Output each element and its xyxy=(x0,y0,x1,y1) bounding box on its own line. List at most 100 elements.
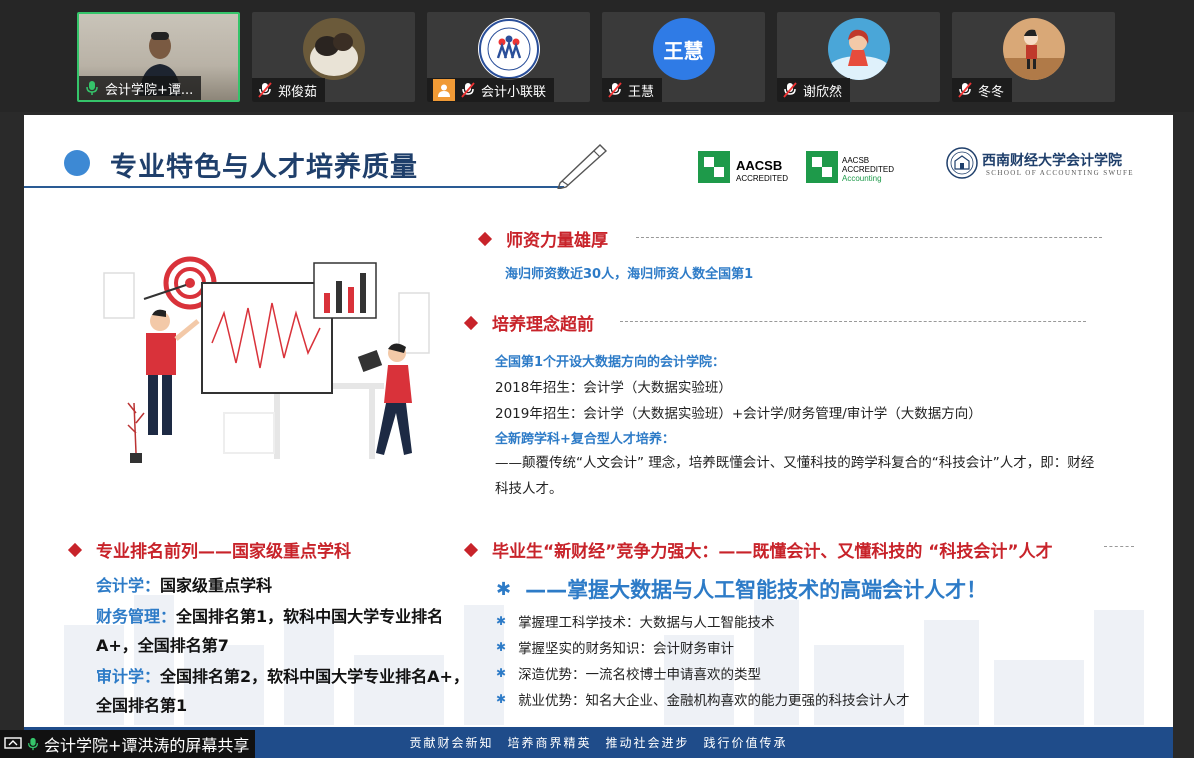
ranking-item: 会计学：国家级重点学科 xyxy=(96,571,476,600)
concept-line4: 全新跨学科+复合型人才培养： xyxy=(495,432,675,447)
graduates-bullet: ✱ 就业优势：知名大企业、金融机构喜欢的能力更强的科技会计人才 xyxy=(496,689,910,709)
avatar xyxy=(827,18,890,80)
mic-muted-icon xyxy=(958,82,972,98)
star-bullet-icon: ✱ xyxy=(496,614,507,628)
participant-tile-6[interactable]: 冬冬 xyxy=(952,12,1115,102)
participant-tile-4[interactable]: 王慧 王慧 xyxy=(602,12,765,102)
star-bullet-icon: ✱ xyxy=(496,692,507,706)
concept-line3: 2019年招生：会计学（大数据实验班）+会计学/财务管理/审计学（大数据方向） xyxy=(495,406,982,422)
meeting-window: 会计学院+谭... 郑俊茹 会计小联联 王慧 王慧 谢欣然 冬冬 专业特色与人才… xyxy=(0,0,1194,758)
business-illustration-icon xyxy=(103,256,430,463)
participant-tile-2[interactable]: 郑俊茹 xyxy=(252,12,415,102)
ranking-key: 审计学： xyxy=(96,667,161,686)
divider xyxy=(620,321,1086,322)
mic-on-icon xyxy=(86,81,98,95)
aacsb-accredited-logo: AACSB ACCREDITED xyxy=(698,151,788,183)
concept-line5: ——颠覆传统“人文会计” 理念，培养既懂会计、又懂科技的跨学科复合的“科技会计”… xyxy=(495,455,1095,497)
screen-share-badge[interactable]: 会计学院+谭洪涛的屏幕共享 xyxy=(0,730,256,758)
footer-motto: 践行价值传承 xyxy=(703,736,788,750)
participant-name: 谢欣然 xyxy=(803,84,843,100)
participant-name: 冬冬 xyxy=(978,84,1005,100)
avatar xyxy=(477,18,540,80)
mic-muted-icon xyxy=(783,82,797,98)
ranking-key: 财务管理： xyxy=(96,607,177,626)
ranking-value: 国家级重点学科 xyxy=(160,576,273,595)
diamond-bullet-icon xyxy=(67,542,83,557)
cartoon-child-icon xyxy=(1002,18,1065,80)
participant-name: 会计小联联 xyxy=(481,84,547,100)
graduates-heading: 毕业生“新财经”竞争力强大：——既懂会计、又懂科技的 “科技会计”人才 xyxy=(463,537,1053,562)
participant-tile-5[interactable]: 谢欣然 xyxy=(777,12,940,102)
avatar xyxy=(1002,18,1065,80)
participant-tile-3[interactable]: 会计小联联 xyxy=(427,12,590,102)
participant-nameplate: 冬冬 xyxy=(952,78,1013,102)
aacsb2-sub-text: ACCREDITED xyxy=(842,165,894,174)
slide-title: 专业特色与人才培养质量 xyxy=(110,152,418,183)
participant-name: 郑俊茹 xyxy=(278,84,318,100)
diamond-bullet-icon xyxy=(463,315,479,330)
footer-motto: 推动社会进步 xyxy=(605,736,690,750)
graduates-bullet-text: 就业优势：知名大企业、金融机构喜欢的能力更强的科技会计人才 xyxy=(518,693,910,709)
divider xyxy=(636,237,1102,238)
aacsb-text: AACSB xyxy=(736,158,782,173)
pen-icon xyxy=(557,144,608,189)
star-bullet-icon: ✱ xyxy=(496,666,507,680)
graduates-heading-text: 毕业生“新财经”竞争力强大：——既懂会计、又懂科技的 “科技会计”人才 xyxy=(492,542,1053,562)
screen-share-label: 会计学院+谭洪涛的屏幕共享 xyxy=(44,736,250,755)
concept-line2: 2018年招生：会计学（大数据实验班） xyxy=(495,380,732,396)
graduates-bullet-text: 掌握坚实的财务知识：会计财务审计 xyxy=(518,641,735,657)
slide-title-bar: 专业特色与人才培养质量 xyxy=(24,115,564,188)
mic-muted-icon xyxy=(258,82,272,98)
participant-nameplate: 谢欣然 xyxy=(777,78,851,102)
participant-strip: 会计学院+谭... 郑俊茹 会计小联联 王慧 王慧 谢欣然 冬冬 xyxy=(0,0,1194,112)
school-name-en: SCHOOL OF ACCOUNTING SWUFE xyxy=(986,169,1134,177)
graduates-bullet-text: 掌握理工科学技术：大数据与人工智能技术 xyxy=(518,615,775,631)
shared-slide: 专业特色与人才培养质量 AACSB ACCREDITED AACSB ACCRE… xyxy=(24,115,1173,758)
ranking-heading-text: 专业排名前列——国家级重点学科 xyxy=(96,542,351,562)
mic-muted-icon xyxy=(608,82,622,98)
ranking-heading: 专业排名前列——国家级重点学科 xyxy=(67,537,351,562)
dog-photo-icon xyxy=(302,18,365,80)
participant-nameplate: 会计学院+谭... xyxy=(79,76,202,100)
faculty-text: 海归师资数近30人，海归师资人数全国第1 xyxy=(505,267,754,282)
participant-name: 王慧 xyxy=(628,84,655,100)
faculty-heading-text: 师资力量雄厚 xyxy=(506,231,608,251)
footer-motto: 贡献财会新知 xyxy=(409,736,494,750)
graduates-bullet: ✱ 深造优势：一流名校博士申请喜欢的类型 xyxy=(496,663,761,683)
graduates-bullet: ✱ 掌握坚实的财务知识：会计财务审计 xyxy=(496,637,734,657)
cartoon-girl-icon xyxy=(827,18,890,80)
screen-share-icon xyxy=(4,737,22,749)
swufe-logo: 西南财经大学会计学院 SCHOOL OF ACCOUNTING SWUFE xyxy=(946,147,1136,183)
title-bullet-icon xyxy=(64,150,90,176)
star-bullet-icon: ✱ xyxy=(496,578,512,600)
aacsb-sub-text: ACCREDITED xyxy=(736,174,788,183)
aacsb2-sub2-text: Accounting xyxy=(842,174,882,183)
school-name: 西南财经大学会计学院 xyxy=(982,153,1122,169)
avatar xyxy=(302,18,365,80)
graduates-highlight: ✱ ——掌握大数据与人工智能技术的高端会计人才！ xyxy=(496,574,987,604)
concept-heading: 培养理念超前 xyxy=(463,310,594,335)
aacsb2-text: AACSB xyxy=(842,156,869,165)
participant-tile-host[interactable]: 会计学院+谭... xyxy=(77,12,240,102)
participant-name: 会计学院+谭... xyxy=(105,82,194,98)
club-logo-icon xyxy=(478,19,539,79)
aacsb-accounting-logo: AACSB ACCREDITED Accounting xyxy=(806,151,894,183)
concept-heading-text: 培养理念超前 xyxy=(492,315,594,335)
diamond-bullet-icon xyxy=(477,231,493,246)
participant-nameplate: 郑俊茹 xyxy=(252,78,326,102)
mic-muted-icon xyxy=(461,82,475,98)
graduates-bullet: ✱ 掌握理工科学技术：大数据与人工智能技术 xyxy=(496,611,775,631)
ranking-item: 审计学：全国排名第2，软科中国大学专业排名A+，全国排名第1 xyxy=(96,662,476,720)
user-icon xyxy=(433,79,455,101)
school-seal-icon xyxy=(946,147,978,179)
faculty-heading: 师资力量雄厚 xyxy=(477,226,608,251)
ranking-item: 财务管理：全国排名第1，软科中国大学专业排名A+，全国排名第7 xyxy=(96,602,476,660)
diamond-bullet-icon xyxy=(463,542,479,557)
footer-motto: 培养商界精英 xyxy=(507,736,592,750)
divider xyxy=(1104,546,1134,547)
graduates-highlight-text: ——掌握大数据与人工智能技术的高端会计人才！ xyxy=(525,578,988,602)
concept-line1: 全国第1个开设大数据方向的会计学院： xyxy=(495,355,726,370)
star-bullet-icon: ✱ xyxy=(496,640,507,654)
participant-nameplate: 王慧 xyxy=(602,78,663,102)
participant-nameplate: 会计小联联 xyxy=(427,78,555,102)
